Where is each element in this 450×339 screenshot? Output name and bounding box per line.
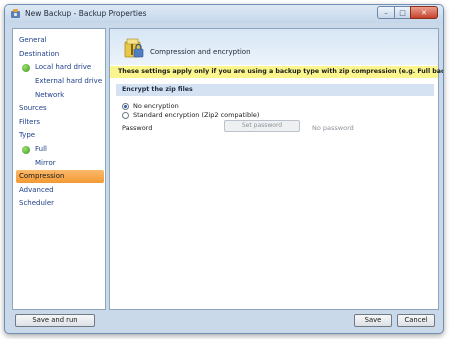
- sidebar-item-full[interactable]: Full: [19, 143, 103, 156]
- radio-standard-encryption[interactable]: Standard encryption (Zip2 compatible): [122, 110, 259, 120]
- sidebar-item-label: Network: [35, 91, 65, 99]
- app-icon: [11, 9, 20, 18]
- window-title: New Backup - Backup Properties: [25, 9, 147, 18]
- save-and-run-button[interactable]: Save and run: [15, 314, 95, 327]
- panel-header: Compression and encryption: [110, 29, 438, 65]
- sidebar-item-label: Advanced: [19, 186, 54, 194]
- radio-label: Standard encryption (Zip2 compatible): [133, 111, 260, 119]
- sidebar-item-label: Scheduler: [19, 199, 55, 207]
- check-icon: [22, 64, 30, 72]
- panel-title: Compression and encryption: [150, 48, 251, 56]
- sidebar-item-label: Full: [35, 145, 47, 153]
- sidebar-item-filters[interactable]: Filters: [19, 116, 103, 129]
- sidebar-item-scheduler[interactable]: Scheduler: [19, 197, 103, 210]
- sidebar-item-label: Filters: [19, 118, 40, 126]
- check-icon: [22, 146, 30, 154]
- maximize-button[interactable]: □: [394, 6, 410, 19]
- sidebar-item-label: Destination: [19, 50, 60, 58]
- sidebar-item-local-hard-drive[interactable]: Local hard drive: [19, 61, 103, 74]
- sidebar-item-compression[interactable]: Compression: [16, 170, 104, 183]
- sidebar-item-label: Mirror: [35, 159, 56, 167]
- sidebar: General Destination Local hard drive Ext…: [12, 28, 106, 310]
- encrypt-group-header: Encrypt the zip files: [116, 84, 434, 96]
- radio-button-selected[interactable]: [122, 102, 129, 110]
- radio-label: No encryption: [133, 102, 179, 110]
- radio-button[interactable]: [122, 111, 129, 119]
- password-label: Password: [122, 124, 153, 132]
- sidebar-item-sources[interactable]: Sources: [19, 102, 103, 115]
- save-button[interactable]: Save: [354, 314, 392, 327]
- sidebar-item-label: Local hard drive: [35, 63, 92, 71]
- compression-lock-icon: [124, 38, 144, 58]
- sidebar-item-label: Sources: [19, 104, 47, 112]
- sidebar-item-label: Type: [19, 131, 36, 139]
- sidebar-item-destination[interactable]: Destination: [19, 48, 103, 61]
- caption-buttons: – □ ✕: [377, 6, 438, 19]
- sidebar-item-advanced[interactable]: Advanced: [19, 184, 103, 197]
- settings-panel: Compression and encryption These setting…: [109, 28, 443, 310]
- sidebar-item-label: General: [19, 36, 47, 44]
- minimize-button[interactable]: –: [377, 6, 394, 19]
- close-button[interactable]: ✕: [410, 6, 438, 19]
- password-status: No password: [312, 124, 354, 132]
- sidebar-item-label: Compression: [19, 172, 65, 180]
- sidebar-item-external-hard-drive[interactable]: External hard drive: [35, 75, 103, 88]
- sidebar-item-label: External hard drive: [35, 77, 103, 85]
- backup-properties-window: New Backup - Backup Properties – □ ✕ Gen…: [4, 4, 444, 334]
- sidebar-item-type[interactable]: Type: [19, 129, 103, 142]
- compression-note: These settings apply only if you are usi…: [110, 66, 443, 78]
- sidebar-item-mirror[interactable]: Mirror: [35, 157, 103, 170]
- title-bar[interactable]: New Backup - Backup Properties – □ ✕: [5, 5, 443, 23]
- cancel-button[interactable]: Cancel: [397, 314, 435, 327]
- set-password-button[interactable]: Set password: [224, 120, 300, 132]
- sidebar-item-network[interactable]: Network: [35, 89, 103, 102]
- sidebar-item-general[interactable]: General: [19, 34, 103, 47]
